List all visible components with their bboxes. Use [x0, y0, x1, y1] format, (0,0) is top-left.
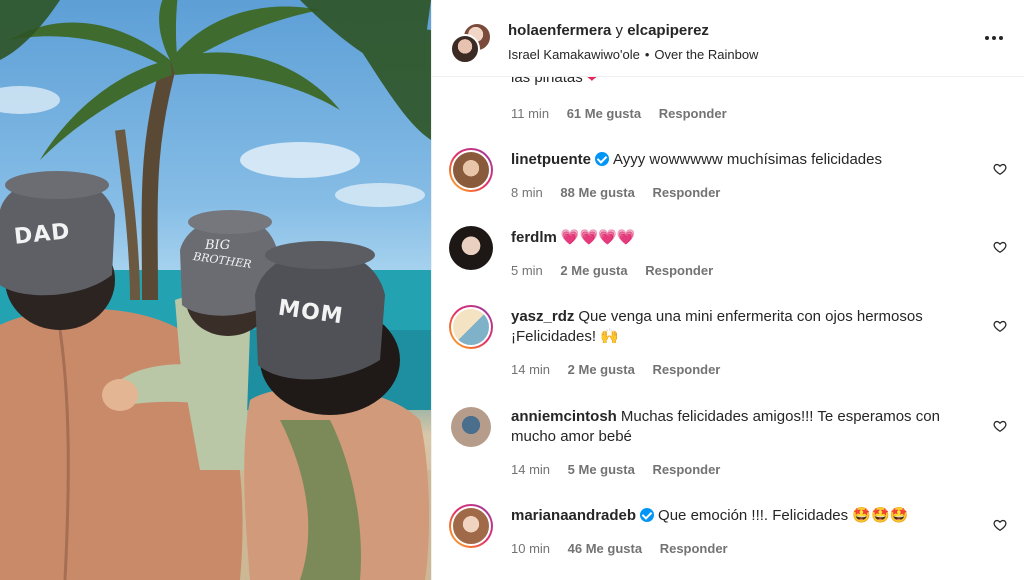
- avatar[interactable]: [451, 407, 491, 447]
- reply-button[interactable]: Responder: [652, 185, 720, 200]
- cap-big-text: BIG: [205, 238, 231, 253]
- comment-text: ferdlm 💗💗💗💗: [511, 228, 966, 248]
- heart-outline-icon[interactable]: [993, 518, 1007, 532]
- comment-text: marianaandradeb Que emoción !!!. Felicida…: [511, 506, 966, 526]
- reply-button[interactable]: Responder: [645, 263, 713, 278]
- more-options-icon[interactable]: [981, 28, 1007, 48]
- comment-partial: las piñatas ❤ 11 min 61 Me gusta Respond…: [432, 77, 1024, 129]
- comment-likes[interactable]: 46 Me gusta: [568, 541, 642, 556]
- comment-time: 11 min: [511, 106, 550, 121]
- comment-username[interactable]: anniemcintosh: [511, 408, 617, 425]
- comment-meta: 11 min 61 Me gusta Responder: [511, 106, 741, 121]
- comment-list[interactable]: las piñatas ❤ 11 min 61 Me gusta Respond…: [432, 77, 1024, 580]
- reply-button[interactable]: Responder: [660, 541, 728, 556]
- avatar[interactable]: [449, 305, 493, 349]
- audio-artist: Israel Kamakawiwo'ole: [508, 47, 640, 62]
- comment-time: 10 min: [511, 541, 551, 556]
- comment-meta: 8 min 88 Me gusta Responder: [511, 185, 734, 200]
- comment-text: las piñatas ❤: [511, 77, 597, 86]
- comment-username[interactable]: ferdlm: [511, 229, 557, 246]
- username-holaenfermera[interactable]: holaenfermera: [508, 22, 611, 39]
- avatar-holaenfermera[interactable]: [450, 34, 480, 64]
- comment-username[interactable]: yasz_rdz: [511, 308, 574, 325]
- comment-username[interactable]: linetpuente: [511, 151, 591, 168]
- comment-time: 5 min: [511, 263, 543, 278]
- comment-item: linetpuente Ayyy wowwwww muchísimas felic…: [432, 148, 1024, 208]
- comment-text: yasz_rdz Que venga una mini enfermerita c…: [511, 307, 966, 347]
- comment-item: ferdlm 💗💗💗💗 5 min 2 Me gusta Responder: [432, 226, 1024, 286]
- header-usernames: holaenfermera y elcapiperez: [508, 22, 709, 39]
- comment-likes[interactable]: 5 Me gusta: [568, 462, 635, 477]
- comment-item: yasz_rdz Que venga una mini enfermerita c…: [432, 305, 1024, 385]
- comment-body: las piñatas: [511, 77, 583, 86]
- comment-text: linetpuente Ayyy wowwwww muchísimas felic…: [511, 150, 966, 170]
- comment-item: anniemcintosh Muchas felicidades amigos!!…: [432, 405, 1024, 485]
- heart-outline-icon[interactable]: [993, 162, 1007, 176]
- comment-likes[interactable]: 2 Me gusta: [568, 362, 635, 377]
- comment-body: 💗💗💗💗: [560, 229, 636, 246]
- heart-emoji: ❤: [586, 77, 597, 85]
- heart-outline-icon[interactable]: [993, 240, 1007, 254]
- photo-illustration: [0, 0, 431, 580]
- comment-username[interactable]: marianaandradeb: [511, 507, 636, 524]
- comment-time: 14 min: [511, 362, 551, 377]
- comment-item: marianaandradeb Que emoción !!!. Felicida…: [432, 504, 1024, 564]
- comment-meta: 5 min 2 Me gusta Responder: [511, 263, 727, 278]
- comment-time: 14 min: [511, 462, 551, 477]
- audio-song: Over the Rainbow: [654, 47, 759, 62]
- collab-avatars[interactable]: [450, 22, 492, 64]
- comment-likes[interactable]: 2 Me gusta: [560, 263, 627, 278]
- heart-outline-icon[interactable]: [993, 319, 1007, 333]
- username-elcapiperez[interactable]: elcapiperez: [627, 22, 709, 39]
- comment-meta: 10 min 46 Me gusta Responder: [511, 541, 742, 556]
- reply-button[interactable]: Responder: [652, 362, 720, 377]
- comment-text: anniemcintosh Muchas felicidades amigos!!…: [511, 407, 966, 447]
- comment-body: Ayyy wowwwww muchísimas felicidades: [613, 151, 882, 168]
- heart-outline-icon[interactable]: [993, 419, 1007, 433]
- audio-separator: •: [644, 47, 650, 62]
- username-joiner: y: [615, 22, 624, 39]
- post-photo[interactable]: DAD BIG BROTHER MOM: [0, 0, 431, 580]
- reply-button[interactable]: Responder: [659, 106, 727, 121]
- comment-likes[interactable]: 88 Me gusta: [560, 185, 634, 200]
- comment-time: 8 min: [511, 185, 543, 200]
- comment-body: Que emoción !!!. Felicidades 🤩🤩🤩: [658, 507, 909, 524]
- comment-meta: 14 min 2 Me gusta Responder: [511, 362, 734, 377]
- comments-panel: holaenfermera y elcapiperez Israel Kamak…: [431, 0, 1024, 580]
- verified-badge-icon: [640, 508, 655, 522]
- post-header: holaenfermera y elcapiperez Israel Kamak…: [432, 0, 1024, 77]
- avatar[interactable]: [449, 504, 493, 548]
- comment-likes[interactable]: 61 Me gusta: [567, 106, 641, 121]
- avatar[interactable]: [449, 226, 493, 270]
- comment-meta: 14 min 5 Me gusta Responder: [511, 462, 734, 477]
- reply-button[interactable]: Responder: [652, 462, 720, 477]
- avatar[interactable]: [449, 148, 493, 192]
- audio-attribution[interactable]: Israel Kamakawiwo'ole • Over the Rainbow: [508, 47, 758, 62]
- verified-badge-icon: [595, 152, 610, 166]
